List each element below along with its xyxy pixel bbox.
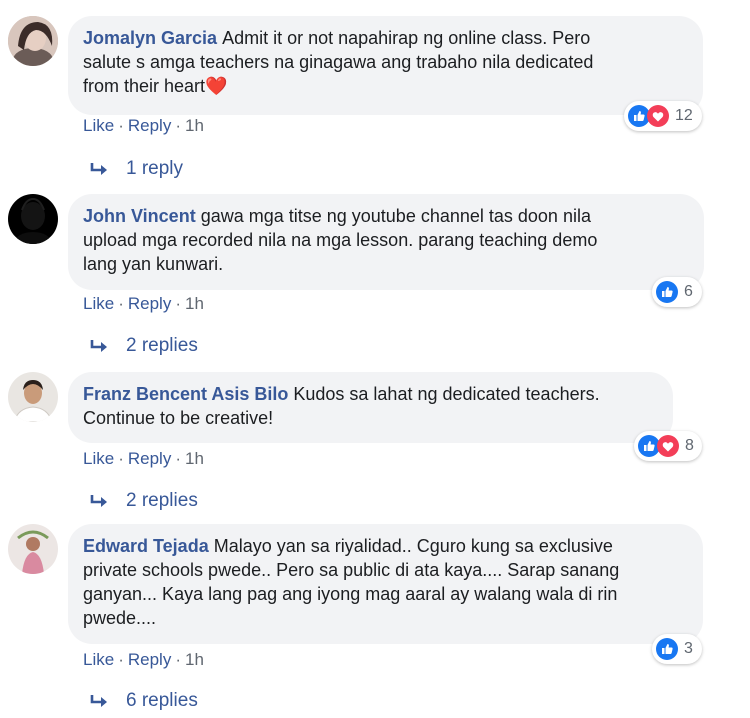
reply-arrow-icon bbox=[90, 495, 107, 507]
avatar[interactable] bbox=[8, 524, 58, 574]
comment: Franz Bencent Asis Bilo Kudos sa lahat ng… bbox=[0, 370, 750, 522]
comment-text: Admit it or not napahirap ng online clas… bbox=[222, 28, 591, 48]
reaction-count: 6 bbox=[684, 283, 693, 300]
separator: · bbox=[118, 116, 124, 135]
comment-text: pwede.... bbox=[83, 608, 157, 628]
comment-actions: Like · Reply · 1h bbox=[83, 116, 204, 136]
reply-link[interactable]: Reply bbox=[128, 294, 171, 313]
avatar-photo-icon bbox=[8, 16, 58, 66]
comment-bubble: Jomalyn Garcia Admit it or not napahirap … bbox=[68, 16, 703, 115]
love-icon bbox=[657, 435, 679, 457]
comment-bubble: John Vincent gawa mga titse ng youtube ch… bbox=[68, 194, 704, 290]
avatar[interactable] bbox=[8, 16, 58, 66]
comment-text: Malayo yan sa riyalidad.. Cguro kung sa … bbox=[213, 536, 613, 556]
love-icon bbox=[647, 105, 669, 127]
view-replies-link[interactable]: 6 replies bbox=[90, 690, 198, 712]
reaction-summary[interactable]: 6 bbox=[652, 277, 702, 307]
separator: · bbox=[118, 650, 124, 669]
heart-emoji-icon: ❤️ bbox=[205, 76, 228, 96]
comment: Edward Tejada Malayo yan sa riyalidad.. C… bbox=[0, 522, 750, 718]
separator: · bbox=[175, 294, 181, 313]
comment-author[interactable]: Edward Tejada bbox=[83, 536, 209, 556]
comment-text: private schools pwede.. Pero sa public d… bbox=[83, 560, 620, 580]
comment-text: Kudos sa lahat ng dedicated teachers. bbox=[293, 384, 600, 404]
view-replies-link[interactable]: 1 reply bbox=[90, 158, 183, 180]
reaction-count: 8 bbox=[685, 437, 694, 454]
replies-count[interactable]: 6 replies bbox=[126, 690, 198, 712]
avatar-photo-icon bbox=[8, 372, 58, 422]
reaction-summary[interactable]: 8 bbox=[634, 431, 702, 461]
separator: · bbox=[175, 116, 181, 135]
like-link[interactable]: Like bbox=[83, 294, 114, 313]
comment-author[interactable]: Franz Bencent Asis Bilo bbox=[83, 384, 288, 404]
reply-link[interactable]: Reply bbox=[128, 116, 171, 135]
avatar[interactable] bbox=[8, 372, 58, 422]
comment-actions: Like · Reply · 1h bbox=[83, 449, 204, 469]
comment-text: salute s amga teachers na ginagawa ang t… bbox=[83, 52, 594, 72]
reply-link[interactable]: Reply bbox=[128, 650, 171, 669]
reaction-summary[interactable]: 3 bbox=[652, 634, 702, 664]
separator: · bbox=[175, 449, 181, 468]
like-link[interactable]: Like bbox=[83, 449, 114, 468]
separator: · bbox=[118, 449, 124, 468]
reply-arrow-icon bbox=[90, 163, 107, 175]
separator: · bbox=[175, 650, 181, 669]
comment-actions: Like · Reply · 1h bbox=[83, 650, 204, 670]
comment-bubble: Franz Bencent Asis Bilo Kudos sa lahat ng… bbox=[68, 372, 673, 443]
like-link[interactable]: Like bbox=[83, 116, 114, 135]
avatar-photo-icon bbox=[8, 524, 58, 574]
avatar-photo-icon bbox=[8, 194, 58, 244]
comment-actions: Like · Reply · 1h bbox=[83, 294, 204, 314]
like-icon bbox=[656, 638, 678, 660]
reply-arrow-icon bbox=[90, 695, 107, 707]
view-replies-link[interactable]: 2 replies bbox=[90, 335, 198, 357]
comment-text: upload mga recorded nila na mga lesson. … bbox=[83, 230, 598, 250]
timestamp[interactable]: 1h bbox=[185, 449, 204, 468]
like-link[interactable]: Like bbox=[83, 650, 114, 669]
replies-count[interactable]: 2 replies bbox=[126, 335, 198, 357]
separator: · bbox=[118, 294, 124, 313]
timestamp[interactable]: 1h bbox=[185, 650, 204, 669]
reply-link[interactable]: Reply bbox=[128, 449, 171, 468]
comment: John Vincent gawa mga titse ng youtube ch… bbox=[0, 190, 750, 370]
timestamp[interactable]: 1h bbox=[185, 294, 204, 313]
reaction-count: 12 bbox=[675, 107, 693, 124]
like-icon bbox=[656, 281, 678, 303]
comment-author[interactable]: Jomalyn Garcia bbox=[83, 28, 217, 48]
avatar[interactable] bbox=[8, 194, 58, 244]
comment-text: gawa mga titse ng youtube channel tas do… bbox=[200, 206, 591, 226]
comment-text: ganyan... Kaya lang pag ang iyong mag aa… bbox=[83, 584, 618, 604]
comment-bubble: Edward Tejada Malayo yan sa riyalidad.. C… bbox=[68, 524, 703, 644]
timestamp[interactable]: 1h bbox=[185, 116, 204, 135]
replies-count[interactable]: 2 replies bbox=[126, 490, 198, 512]
reaction-count: 3 bbox=[684, 640, 693, 657]
comment-text: Continue to be creative! bbox=[83, 408, 274, 428]
reply-arrow-icon bbox=[90, 340, 107, 352]
comment: Jomalyn Garcia Admit it or not napahirap … bbox=[0, 0, 750, 190]
view-replies-link[interactable]: 2 replies bbox=[90, 490, 198, 512]
comment-text: from their heart bbox=[83, 76, 206, 96]
reaction-summary[interactable]: 12 bbox=[624, 101, 702, 131]
comment-text: lang yan kunwari. bbox=[83, 254, 224, 274]
replies-count[interactable]: 1 reply bbox=[126, 158, 183, 180]
comment-author[interactable]: John Vincent bbox=[83, 206, 196, 226]
